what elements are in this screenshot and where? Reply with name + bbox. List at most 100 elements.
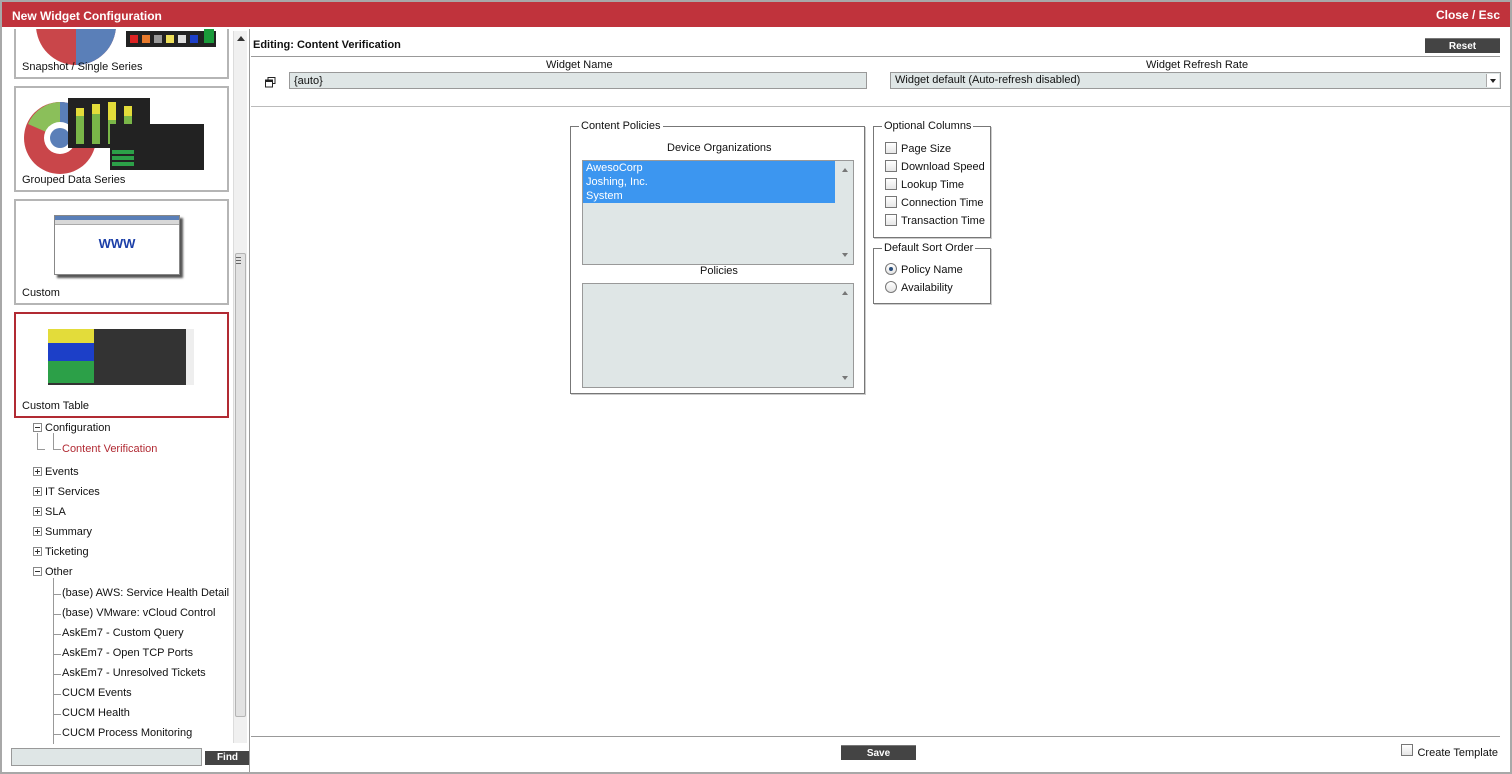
content-policies-group: Content Policies Device Organizations Aw…: [570, 120, 865, 394]
tree-node-other[interactable]: Other: [33, 566, 73, 578]
scroll-thumb[interactable]: [235, 253, 246, 717]
tile-custom[interactable]: WWW Custom: [14, 199, 229, 305]
reset-button[interactable]: Reset: [1425, 38, 1500, 53]
checkbox-box[interactable]: [885, 160, 897, 172]
find-button[interactable]: Find: [205, 751, 249, 765]
tree-node-configuration[interactable]: Configuration: [33, 422, 110, 434]
tree-node-ticketing[interactable]: Ticketing: [33, 546, 89, 558]
refresh-rate-select[interactable]: Widget default (Auto-refresh disabled): [890, 72, 1501, 89]
listbox-scrollbar[interactable]: [837, 284, 853, 387]
tree-connector: [37, 433, 38, 449]
expand-icon: [33, 507, 42, 516]
scroll-up-icon[interactable]: [842, 291, 848, 295]
list-item[interactable]: System: [583, 189, 835, 203]
tree-leaf-askem7-open-tcp[interactable]: AskEm7 - Open TCP Ports: [62, 647, 193, 659]
listbox-scrollbar[interactable]: [837, 161, 853, 264]
policies-listbox[interactable]: [582, 283, 854, 388]
table-thumbnail-icon: [48, 329, 194, 385]
tree-leaf-aws-service-health[interactable]: (base) AWS: Service Health Detail: [62, 587, 229, 599]
tree-connector: [53, 654, 61, 655]
tree-node-it-services[interactable]: IT Services: [33, 486, 100, 498]
list-item[interactable]: AwesoCorp: [583, 161, 835, 175]
tree-node-sla[interactable]: SLA: [33, 506, 66, 518]
tree-leaf-askem7-custom-query[interactable]: AskEm7 - Custom Query: [62, 627, 184, 639]
expand-icon: [33, 547, 42, 556]
tree-connector: [53, 614, 61, 615]
tree-leaf-cucm-events[interactable]: CUCM Events: [62, 687, 132, 699]
checkbox-box[interactable]: [1401, 744, 1414, 756]
snapshot-thumbnail-icon: [36, 29, 216, 65]
checkbox-box[interactable]: [885, 142, 897, 154]
checkbox-label: Create Template: [1417, 747, 1498, 759]
refresh-rate-label: Widget Refresh Rate: [1146, 59, 1249, 71]
scroll-down-icon[interactable]: [842, 376, 848, 380]
sidebar-scrollbar[interactable]: [233, 31, 247, 743]
checkbox-connection-time[interactable]: Connection Time: [885, 196, 984, 209]
checkbox-label: Connection Time: [901, 197, 984, 209]
checkbox-page-size[interactable]: Page Size: [885, 142, 951, 155]
radio-policy-name[interactable]: Policy Name: [885, 263, 963, 276]
tree-node-label: SLA: [45, 506, 66, 518]
tile-grouped-data-series[interactable]: Grouped Data Series: [14, 86, 229, 192]
expand-icon: [33, 487, 42, 496]
checkbox-label: Transaction Time: [901, 215, 985, 227]
tile-label: Snapshot / Single Series: [22, 61, 143, 73]
tile-label: Custom: [22, 287, 60, 299]
tree-node-summary[interactable]: Summary: [33, 526, 92, 538]
radio-availability[interactable]: Availability: [885, 281, 953, 294]
checkbox-lookup-time[interactable]: Lookup Time: [885, 178, 964, 191]
tree-node-events[interactable]: Events: [33, 466, 79, 478]
radio-label: Availability: [901, 282, 953, 294]
tree-leaf-cucm-process-monitoring[interactable]: CUCM Process Monitoring: [62, 727, 192, 739]
find-input[interactable]: [11, 748, 202, 766]
checkbox-box[interactable]: [885, 214, 897, 226]
tree-leaf-askem7-unresolved[interactable]: AskEm7 - Unresolved Tickets: [62, 667, 206, 679]
optional-columns-group: Optional Columns Page Size Download Spee…: [873, 120, 991, 238]
tile-label: Grouped Data Series: [22, 174, 126, 186]
tile-custom-table[interactable]: Custom Table: [14, 312, 229, 418]
policies-label: Policies: [700, 265, 738, 277]
collapse-icon: [33, 423, 42, 432]
tree-connector: [53, 449, 61, 450]
widget-name-input[interactable]: [289, 72, 867, 89]
checkbox-box[interactable]: [885, 196, 897, 208]
checkbox-download-speed[interactable]: Download Speed: [885, 160, 985, 173]
tree-connector: [53, 634, 61, 635]
tree-connector: [53, 694, 61, 695]
save-button[interactable]: Save: [841, 745, 916, 760]
checkbox-box[interactable]: [885, 178, 897, 190]
tree-leaf-cucm-health[interactable]: CUCM Health: [62, 707, 130, 719]
close-button[interactable]: Close / Esc: [1436, 8, 1500, 22]
sort-order-group: Default Sort Order Policy Name Availabil…: [873, 242, 991, 304]
radio-button[interactable]: [885, 263, 897, 275]
checkbox-label: Download Speed: [901, 161, 985, 173]
chevron-down-icon[interactable]: [1486, 74, 1499, 87]
checkbox-label: Lookup Time: [901, 179, 964, 191]
tree-leaf-vmware-vcloud[interactable]: (base) VMware: vCloud Control: [62, 607, 215, 619]
copy-icon[interactable]: [265, 77, 276, 88]
tree-connector: [53, 674, 61, 675]
checkbox-transaction-time[interactable]: Transaction Time: [885, 214, 985, 227]
editing-title: Editing: Content Verification: [253, 39, 401, 51]
tree-node-label: Events: [45, 466, 79, 478]
tree-connector: [53, 433, 54, 449]
www-text: WWW: [98, 236, 136, 251]
tree-connector: [53, 714, 61, 715]
sort-order-legend: Default Sort Order: [882, 242, 976, 254]
widget-type-sidebar: Snapshot / Single Series Grouped Data Se…: [2, 29, 250, 772]
scroll-down-icon[interactable]: [842, 253, 848, 257]
tree-leaf-content-verification[interactable]: Content Verification: [62, 443, 157, 455]
tree-connector: [53, 594, 61, 595]
tile-snapshot-single-series[interactable]: Snapshot / Single Series: [14, 29, 229, 79]
create-template-checkbox[interactable]: Create Template: [1401, 744, 1498, 759]
tree-node-label: IT Services: [45, 486, 100, 498]
radio-label: Policy Name: [901, 264, 963, 276]
list-item[interactable]: Joshing, Inc.: [583, 175, 835, 189]
scroll-up-icon[interactable]: [842, 168, 848, 172]
device-orgs-listbox[interactable]: AwesoCorp Joshing, Inc. System: [582, 160, 854, 265]
radio-button[interactable]: [885, 281, 897, 293]
tree-node-label: Summary: [45, 526, 93, 538]
scroll-up-icon[interactable]: [237, 36, 245, 41]
tree-connector: [37, 449, 45, 450]
grip-icon: [236, 257, 241, 264]
